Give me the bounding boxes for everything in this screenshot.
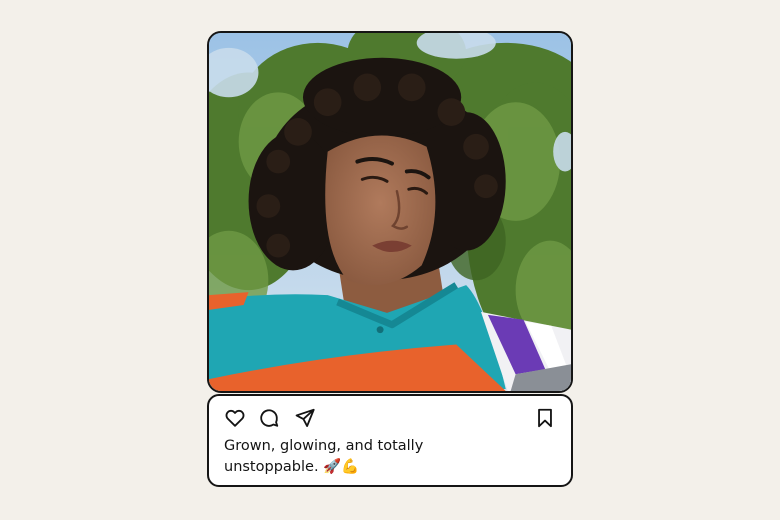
post-caption-card: Grown, glowing, and totally unstoppable.… bbox=[207, 394, 573, 487]
caption-line-1: Grown, glowing, and totally bbox=[224, 438, 424, 454]
post-caption: Grown, glowing, and totally unstoppable.… bbox=[224, 436, 551, 478]
paper-plane-icon bbox=[295, 408, 315, 427]
save-button[interactable] bbox=[533, 406, 557, 430]
post-photo[interactable] bbox=[207, 31, 573, 393]
like-button[interactable] bbox=[223, 406, 247, 430]
action-row bbox=[223, 406, 557, 430]
bookmark-icon bbox=[538, 408, 552, 428]
post-image bbox=[209, 33, 571, 391]
comment-icon bbox=[260, 409, 279, 427]
heart-icon bbox=[225, 409, 245, 427]
caption-line-2: unstoppable. 🚀💪 bbox=[224, 459, 360, 475]
share-button[interactable] bbox=[293, 406, 317, 430]
comment-button[interactable] bbox=[257, 406, 281, 430]
